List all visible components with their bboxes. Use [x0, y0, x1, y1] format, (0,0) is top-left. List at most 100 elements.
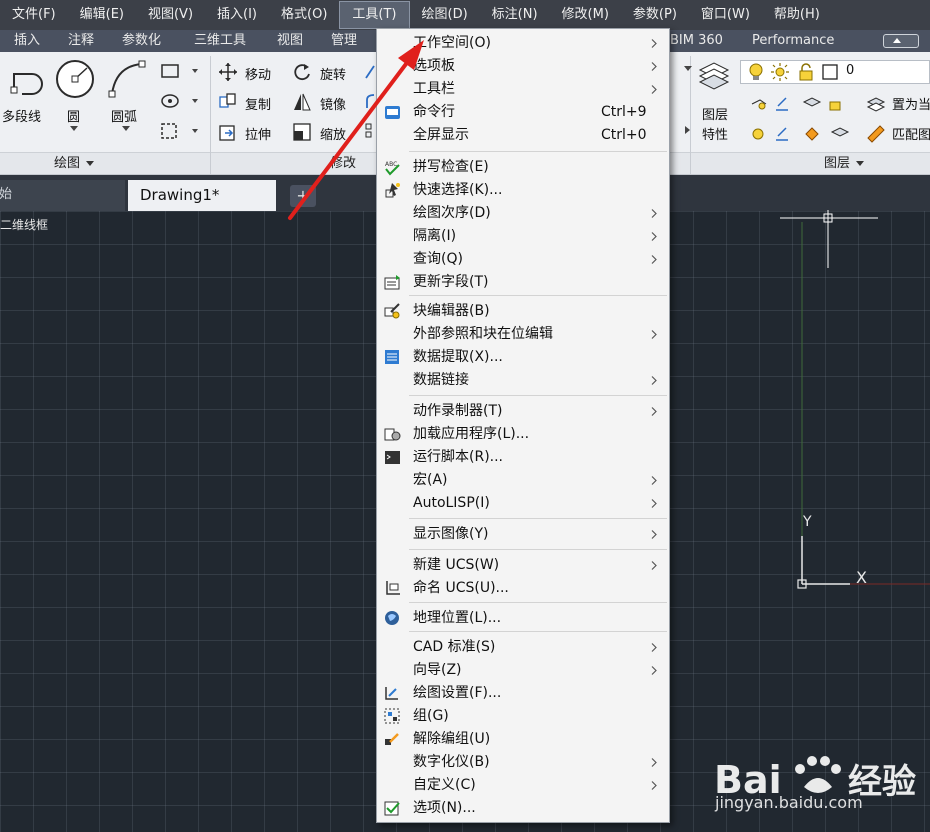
menu-item[interactable]: 动作录制器(T)	[377, 400, 669, 423]
chevron-right-icon	[651, 781, 657, 790]
chevron-right-icon	[651, 232, 657, 241]
menu-item[interactable]: 命名 UCS(U)...	[377, 577, 669, 600]
menu-item[interactable]: 更新字段(T)	[377, 271, 669, 294]
menu-item-label: 隔离(I)	[413, 228, 457, 244]
ucs-x-label: X	[856, 568, 867, 587]
menu-item[interactable]: 选项板	[377, 55, 669, 78]
run-script-icon	[385, 451, 400, 464]
menu-item[interactable]: 隔离(I)	[377, 225, 669, 248]
ucs-icon[interactable]	[797, 536, 850, 589]
chevron-right-icon	[651, 643, 657, 652]
chevron-right-icon	[651, 85, 657, 94]
menu-item-label: 数字化仪(B)	[413, 754, 490, 770]
menu-item[interactable]: 绘图设置(F)...	[377, 682, 669, 705]
named-ucs-icon	[386, 581, 400, 595]
options-icon	[384, 801, 400, 816]
menu-item[interactable]: 数字化仪(B)	[377, 751, 669, 774]
menu-item[interactable]: 工作空间(O)	[377, 32, 669, 55]
ucs-y-label: Y	[803, 514, 812, 530]
menu-item-label: 运行脚本(R)...	[413, 449, 504, 465]
menu-item[interactable]: 绘图次序(D)	[377, 202, 669, 225]
menu-separator	[409, 631, 667, 632]
menu-item[interactable]: 组(G)	[377, 705, 669, 728]
load-app-icon	[384, 428, 401, 441]
menu-item-label: 拼写检查(E)	[413, 159, 489, 175]
menu-item[interactable]: 向导(Z)	[377, 659, 669, 682]
chevron-right-icon	[651, 476, 657, 485]
menu-item[interactable]: 数据提取(X)...	[377, 346, 669, 369]
menu-item[interactable]: 工具栏	[377, 78, 669, 101]
menu-item[interactable]: 显示图像(Y)	[377, 523, 669, 546]
menu-item-label: 命令行	[413, 104, 455, 120]
menu-item-label: 自定义(C)	[413, 777, 476, 793]
drafting-settings-icon	[385, 687, 398, 700]
menu-item-label: 地理位置(L)...	[413, 610, 502, 626]
crosshair-cursor	[780, 210, 878, 268]
chevron-right-icon	[651, 499, 657, 508]
menu-item-label: AutoLISP(I)	[413, 495, 490, 511]
menu-separator	[409, 151, 667, 152]
menu-item-label: 宏(A)	[413, 472, 448, 488]
chevron-right-icon	[651, 561, 657, 570]
menu-item-label: 快速选择(K)...	[413, 182, 503, 198]
command-line-icon	[385, 106, 400, 119]
menu-item-label: 向导(Z)	[413, 662, 462, 678]
chevron-right-icon	[651, 39, 657, 48]
menu-item[interactable]: 查询(Q)	[377, 248, 669, 271]
chevron-right-icon	[651, 255, 657, 264]
menu-item-label: 块编辑器(B)	[413, 303, 490, 319]
menu-item-label: 命名 UCS(U)...	[413, 580, 509, 596]
quick-select-icon	[385, 183, 400, 198]
menu-item-label: 新建 UCS(W)	[413, 557, 500, 573]
menu-item-label: 加载应用程序(L)...	[413, 426, 530, 442]
menu-item[interactable]: 运行脚本(R)...	[377, 446, 669, 469]
tools-menu: 工作空间(O) 选项板工具栏命令行 Ctrl+9 全屏显示 Ctrl+0 ABC 拼写检查(…	[376, 28, 670, 823]
menu-item-shortcut: Ctrl+9	[601, 104, 647, 120]
menu-item-label: 选项板	[413, 58, 455, 74]
menu-item[interactable]: 解除编组(U)	[377, 728, 669, 751]
spell-check-icon: ABC	[385, 161, 400, 176]
menu-item[interactable]: 块编辑器(B)	[377, 300, 669, 323]
watermark-url: jingyan.baidu.com	[715, 793, 863, 812]
menu-item[interactable]: 数据链接	[377, 369, 669, 392]
menu-item[interactable]: 快速选择(K)...	[377, 179, 669, 202]
chevron-right-icon	[651, 758, 657, 767]
menu-item-shortcut: Ctrl+0	[601, 127, 647, 143]
menu-item[interactable]: 选项(N)...	[377, 797, 669, 820]
menu-item[interactable]: 新建 UCS(W)	[377, 554, 669, 577]
svg-text:ABC: ABC	[385, 161, 397, 168]
menu-item-label: 数据链接	[413, 372, 469, 388]
menu-item[interactable]: 加载应用程序(L)...	[377, 423, 669, 446]
menu-item-label: CAD 标准(S)	[413, 639, 496, 655]
menu-separator	[409, 395, 667, 396]
menu-item-label: 动作录制器(T)	[413, 403, 503, 419]
menu-item-label: 查询(Q)	[413, 251, 463, 267]
menu-item[interactable]: 命令行 Ctrl+9	[377, 101, 669, 124]
menu-item-label: 外部参照和块在位编辑	[413, 326, 553, 342]
chevron-right-icon	[651, 376, 657, 385]
menu-item[interactable]: 外部参照和块在位编辑	[377, 323, 669, 346]
menu-item[interactable]: 自定义(C)	[377, 774, 669, 797]
menu-separator	[409, 602, 667, 603]
menu-item[interactable]: 全屏显示 Ctrl+0	[377, 124, 669, 147]
menu-item[interactable]: 宏(A)	[377, 469, 669, 492]
menu-item[interactable]: ABC 拼写检查(E)	[377, 156, 669, 179]
chevron-right-icon	[651, 530, 657, 539]
menu-item[interactable]: 地理位置(L)...	[377, 607, 669, 630]
menu-separator	[409, 518, 667, 519]
menu-item-label: 组(G)	[413, 708, 449, 724]
menu-item-label: 解除编组(U)	[413, 731, 491, 747]
block-editor-icon	[384, 303, 400, 319]
ungroup-icon	[385, 733, 399, 745]
group-icon	[384, 708, 400, 724]
menu-item-label: 工具栏	[413, 81, 455, 97]
menu-separator	[409, 295, 667, 296]
menu-item[interactable]: CAD 标准(S)	[377, 636, 669, 659]
chevron-right-icon	[651, 666, 657, 675]
data-extraction-icon	[385, 350, 399, 364]
menu-item-label: 绘图次序(D)	[413, 205, 491, 221]
chevron-right-icon	[651, 407, 657, 416]
menu-item-label: 数据提取(X)...	[413, 349, 503, 365]
menu-item-label: 选项(N)...	[413, 800, 476, 816]
menu-item[interactable]: AutoLISP(I)	[377, 492, 669, 515]
